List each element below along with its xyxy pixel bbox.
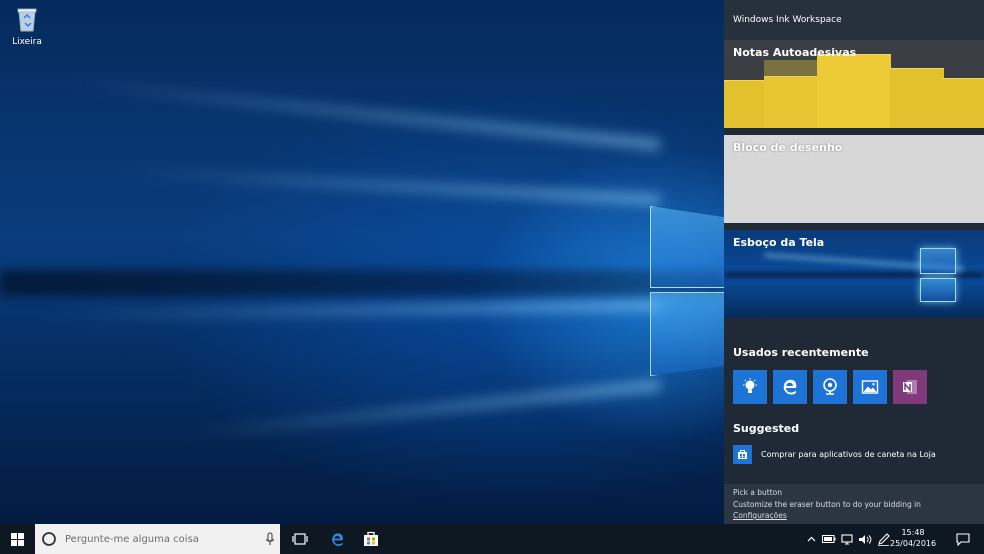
ink-workspace-panel: Windows Ink Workspace Notas Autoadesivas… — [724, 0, 984, 524]
cortana-icon — [42, 532, 56, 546]
suggested-store-link[interactable]: Comprar para aplicativos de caneta na Lo… — [724, 445, 984, 464]
sketchpad-title: Bloco de desenho — [733, 141, 843, 154]
battery-tray-button[interactable] — [820, 524, 838, 554]
clock-date: 25/04/2016 — [890, 539, 937, 548]
store-taskbar-icon — [364, 531, 378, 546]
taskbar: 15:48 25/04/2016 — [0, 524, 984, 554]
recent-apps-list — [724, 370, 984, 404]
onenote-app[interactable] — [893, 370, 927, 404]
ink-workspace-title: Windows Ink Workspace — [724, 0, 984, 40]
microphone-icon[interactable] — [265, 532, 275, 546]
action-center-icon — [956, 532, 970, 546]
tip-heading: Pick a button — [733, 488, 783, 497]
wallpaper-light-beam — [40, 300, 661, 321]
show-hidden-icons-button[interactable] — [803, 524, 819, 554]
tip-text: Customize the eraser button to do your b… — [733, 499, 921, 509]
wallpaper-light-beam — [62, 77, 661, 150]
store-taskbar-button[interactable] — [356, 524, 386, 554]
sticky-notes-tile[interactable]: Notas Autoadesivas — [724, 40, 984, 128]
suggested-item-label: Comprar para aplicativos de caneta na Lo… — [761, 450, 936, 459]
recycle-bin-label: Lixeira — [12, 37, 42, 47]
sticky-note-front — [764, 60, 888, 128]
wallpaper-light-beam — [120, 166, 661, 205]
settings-link[interactable]: Configurações — [733, 510, 975, 522]
edge-taskbar-icon — [331, 532, 343, 546]
edge-taskbar-button[interactable] — [322, 524, 352, 554]
ink-tip-footer: Pick a button Customize the eraser butto… — [724, 484, 984, 524]
volume-icon — [859, 534, 872, 544]
pen-icon — [877, 532, 890, 546]
network-icon — [841, 533, 853, 545]
photos-icon — [861, 380, 879, 394]
sticky-note — [942, 78, 984, 128]
windows-logo-pane — [650, 292, 724, 376]
screen-sketch-logo-pane — [920, 248, 956, 274]
windows-logo-pane — [650, 206, 724, 288]
battery-icon — [822, 535, 836, 543]
edge-app[interactable] — [773, 370, 807, 404]
windows-start-icon — [11, 532, 24, 546]
wallpaper-horizon-band — [0, 270, 724, 296]
start-button[interactable] — [0, 524, 35, 554]
volume-tray-button[interactable] — [856, 524, 874, 554]
photos-app[interactable] — [853, 370, 887, 404]
recycle-bin[interactable]: Lixeira — [8, 6, 46, 47]
action-center-button[interactable] — [950, 524, 976, 554]
screen-sketch-logo-pane — [920, 278, 956, 302]
edge-icon — [783, 379, 797, 395]
search-input[interactable] — [65, 533, 255, 545]
suggested-title: Suggested — [733, 422, 800, 435]
sticky-note — [724, 80, 766, 128]
lightbulb-app[interactable] — [733, 370, 767, 404]
wallpaper-light-beam — [182, 380, 661, 441]
screen-sketch-tile[interactable]: Esboço da Tela — [724, 230, 984, 318]
desktop-wallpaper: Lixeira — [0, 0, 724, 524]
webcam-app[interactable] — [813, 370, 847, 404]
lightbulb-app-icon — [743, 378, 757, 393]
network-tray-button[interactable] — [838, 524, 856, 554]
taskbar-clock[interactable]: 15:48 25/04/2016 — [890, 527, 936, 549]
sticky-note — [890, 68, 944, 128]
task-view-icon — [292, 533, 308, 545]
screen-sketch-title: Esboço da Tela — [733, 236, 825, 249]
sketchpad-tile[interactable]: Bloco de desenho — [724, 135, 984, 223]
sticky-notes-title: Notas Autoadesivas — [733, 46, 857, 59]
clock-time: 15:48 — [901, 528, 925, 537]
task-view-button[interactable] — [286, 524, 314, 554]
recent-apps-title: Usados recentemente — [733, 346, 869, 359]
store-icon — [733, 445, 752, 464]
chevron-up-icon — [807, 536, 815, 542]
cortana-search-box[interactable] — [35, 524, 280, 554]
onenote-icon — [903, 380, 917, 394]
webcam-app-icon — [823, 378, 837, 395]
recycle-bin-icon — [17, 8, 37, 32]
